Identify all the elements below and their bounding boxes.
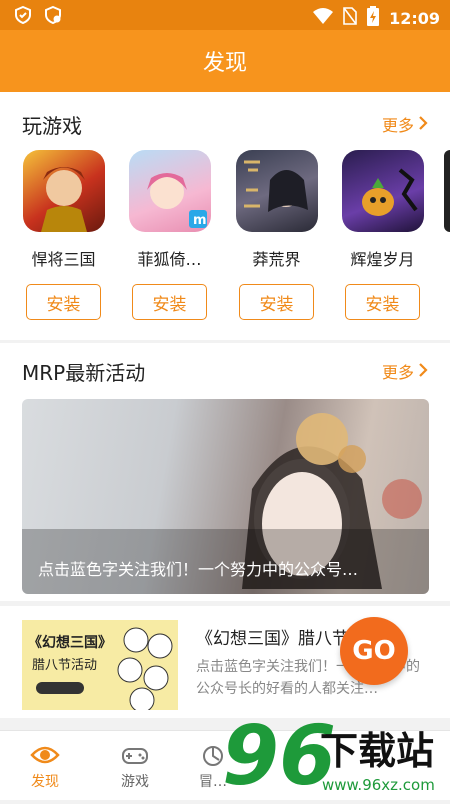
install-button[interactable]: 安装: [132, 284, 207, 320]
activity-more-link[interactable]: 更多: [382, 359, 428, 383]
svg-text:下载站: 下载站: [320, 729, 434, 773]
games-more-link[interactable]: 更多: [382, 112, 428, 136]
tab-label: 发现: [31, 774, 59, 790]
game-item[interactable]: 辉煌岁月 安装: [340, 150, 425, 320]
game-icon-partial[interactable]: [444, 150, 450, 232]
status-bar: 12:09: [0, 0, 450, 30]
more-label: 更多: [381, 363, 414, 382]
battery-icon: [367, 6, 380, 30]
install-button[interactable]: 安装: [345, 284, 420, 320]
tab-games[interactable]: 游戏: [100, 743, 170, 791]
game-item[interactable]: 悍将三国 安装: [21, 150, 106, 320]
activity-section-title: MRP最新活动: [22, 361, 146, 385]
svg-text:96: 96: [222, 712, 336, 800]
install-button[interactable]: 安装: [239, 284, 314, 320]
thumb-subtitle: 腊八节活动: [32, 658, 98, 673]
game-icon[interactable]: [341, 150, 424, 232]
game-item[interactable]: m 菲狐倚… 安装: [127, 150, 212, 320]
article-thumbnail: 《幻想三国》 腊八节活动: [22, 620, 178, 710]
game-icon[interactable]: [22, 150, 105, 232]
activity-banner[interactable]: 点击蓝色字关注我们！一个努力中的公众号…: [22, 399, 429, 594]
game-name: 菲狐倚…: [137, 250, 202, 269]
thumb-tag: [36, 682, 84, 694]
chevron-right-icon: [418, 115, 428, 134]
thumb-title: 《幻想三国》: [28, 635, 112, 651]
game-name: 莽荒界: [252, 250, 301, 269]
wifi-icon: [313, 8, 334, 28]
app-header: 发现: [0, 30, 450, 92]
banner-caption: 点击蓝色字关注我们！一个努力中的公众号…: [38, 560, 359, 579]
more-label: 更多: [381, 116, 414, 135]
no-sim-icon: [343, 7, 357, 29]
eye-icon: [10, 743, 80, 771]
game-name: 辉煌岁月: [350, 250, 415, 269]
tab-discover[interactable]: 发现: [10, 743, 80, 791]
game-icon[interactable]: [235, 150, 318, 232]
site-watermark-logo: 96 下载站 www.96xz.com: [222, 709, 450, 804]
install-button[interactable]: 安装: [26, 284, 101, 320]
tab-label: 游戏: [121, 774, 149, 790]
gamepad-icon: [100, 743, 170, 771]
shield-badge-icon: [44, 5, 62, 28]
chevron-right-icon: [418, 362, 428, 381]
go-float-button[interactable]: GO: [340, 617, 408, 685]
clock-time: 12:09: [389, 8, 440, 28]
game-name: 悍将三国: [31, 250, 96, 269]
article-title: 《幻想三国》腊八节: [196, 629, 349, 649]
thumb-illustration: [117, 627, 173, 710]
games-section-title: 玩游戏: [22, 114, 82, 138]
game-item[interactable]: 莽荒界 安装: [234, 150, 319, 320]
page-title: 发现: [202, 51, 247, 76]
shield-icon: [14, 5, 32, 28]
svg-text:m: m: [193, 213, 207, 228]
svg-text:www.96xz.com: www.96xz.com: [322, 776, 435, 794]
game-icon[interactable]: m: [128, 150, 211, 232]
